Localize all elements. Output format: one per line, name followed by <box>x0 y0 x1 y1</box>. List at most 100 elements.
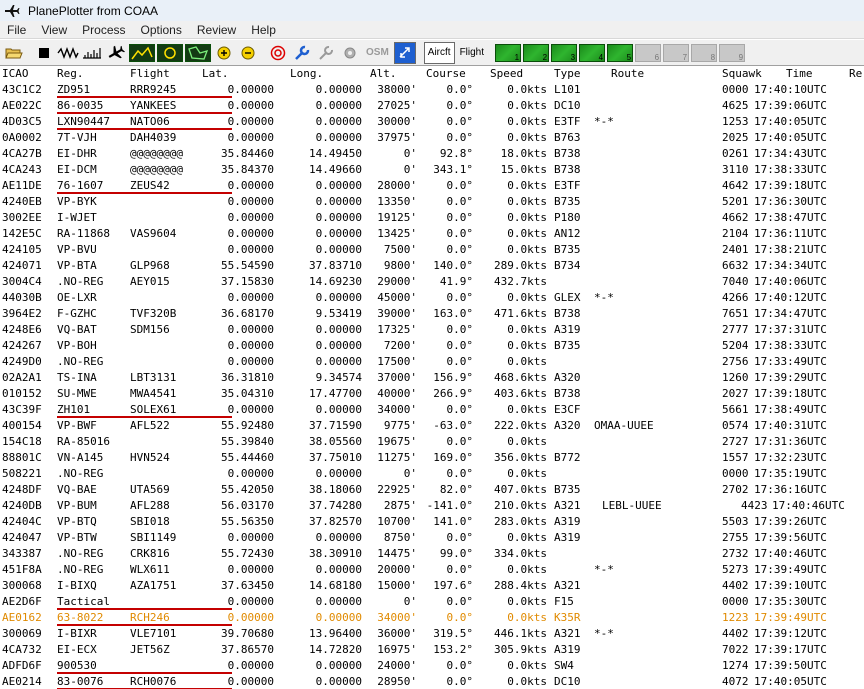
cell-course: 0.0° <box>446 563 474 576</box>
outline-map-icon[interactable] <box>185 43 211 62</box>
cell-type: B738 <box>554 387 581 400</box>
menu-file[interactable]: File <box>0 23 34 37</box>
cell-type: A321 <box>554 499 581 512</box>
cell-course: 343.1° <box>433 163 473 176</box>
signal-bars-icon[interactable] <box>81 42 103 64</box>
zoom-in-icon[interactable] <box>213 42 235 64</box>
map-preset-4-icon[interactable]: 4 <box>579 43 606 62</box>
menu-options[interactable]: Options <box>134 23 190 37</box>
column-header-course[interactable]: Course <box>426 67 466 81</box>
table-row[interactable]: 4CA243 EI-DCM @@@@@@@@ 35.84370 14.49660 0' 34… <box>0 162 864 178</box>
cell-lat: 0.00000 <box>227 563 274 576</box>
column-header-lat[interactable]: Lat. <box>202 67 229 81</box>
table-row[interactable]: 142E5C RA-11868 VAS9604 0.00000 0.00000 13425… <box>0 226 864 242</box>
stop-icon[interactable] <box>33 42 55 64</box>
column-header-long[interactable]: Long. <box>290 67 323 81</box>
map-preset-5-icon[interactable]: 5 <box>607 43 634 62</box>
settings-wrench-icon[interactable] <box>291 42 313 64</box>
table-row[interactable]: 43C39F ZH101 SOLEX61 0.00000 0.00000 34000' 0.… <box>0 402 864 418</box>
target-icon[interactable] <box>267 42 289 64</box>
flight-list-button[interactable]: Flight <box>457 42 487 64</box>
cell-icao: 154C18 <box>2 435 42 448</box>
table-row[interactable]: 0A0002 7T-VJH DAH4039 0.00000 0.00000 37975' 0… <box>0 130 864 146</box>
table-row[interactable]: AE0162 63-8022 RCH246 0.00000 0.00000 34000' 0… <box>0 610 864 626</box>
table-row[interactable]: AE2D6F Tactical 0.00000 0.00000 0' 0.0° 0.0kts… <box>0 594 864 610</box>
map-preset-1-icon[interactable]: 1 <box>495 43 522 62</box>
table-row[interactable]: 424105 VP-BVU 0.00000 0.00000 7500' 0.0° 0.0kt… <box>0 242 864 258</box>
menu-review[interactable]: Review <box>190 23 244 37</box>
aircraft-table[interactable]: ICAO Reg. Flight Lat. Long. Alt. Course … <box>0 66 864 689</box>
column-header-alt[interactable]: Alt. <box>370 67 397 81</box>
table-row[interactable]: 3964E2 F-GZHC TVF320B 36.68170 9.53419 39000'… <box>0 306 864 322</box>
gear-icon[interactable] <box>339 42 361 64</box>
table-row[interactable]: AE0214 83-0076 RCH0076 0.00000 0.00000 28950'… <box>0 674 864 689</box>
column-header-speed[interactable]: Speed <box>490 67 523 81</box>
table-row[interactable]: 4249D0 .NO-REG 0.00000 0.00000 17500' 0.0° 0.0… <box>0 354 864 370</box>
map-preset-8-icon[interactable]: 8 <box>691 43 718 62</box>
table-row[interactable]: 3004C4 .NO-REG AEY015 37.15830 14.69230 29000… <box>0 274 864 290</box>
contour-map-icon[interactable] <box>157 43 183 62</box>
map-preset-2-icon[interactable]: 2 <box>523 43 550 62</box>
table-row[interactable]: 88801C VN-A145 HVN524 55.44460 37.75010 11275… <box>0 450 864 466</box>
tools-icon[interactable] <box>315 42 337 64</box>
open-folder-icon[interactable] <box>3 42 25 64</box>
table-row[interactable]: 4248DF VQ-BAE UTA569 55.42050 38.18060 22925'… <box>0 482 864 498</box>
table-row[interactable]: 300068 I-BIXQ AZA1751 37.63450 14.68180 15000… <box>0 578 864 594</box>
cell-long: 14.49660 <box>309 163 362 176</box>
cell-time: 17:40:06UTC <box>754 275 827 288</box>
table-row[interactable]: 42404C VP-BTQ SBI018 55.56350 37.82570 10700'… <box>0 514 864 530</box>
table-row[interactable]: AE11DE 76-1607 ZEUS42 0.00000 0.00000 28000' 0… <box>0 178 864 194</box>
menu-view[interactable]: View <box>34 23 75 37</box>
table-row[interactable]: 424047 VP-BTW SBI1149 0.00000 0.00000 8750' 0.… <box>0 530 864 546</box>
table-row[interactable]: 02A2A1 TS-INA LBT3131 36.31810 9.34574 37000'… <box>0 370 864 386</box>
osm-button[interactable]: OSM <box>363 42 392 64</box>
signal-wave-icon[interactable] <box>57 42 79 64</box>
aircraft-icon[interactable] <box>105 42 127 64</box>
zoom-out-icon[interactable] <box>237 42 259 64</box>
table-row[interactable]: 010152 SU-MWE MWA4541 35.04310 17.47700 40000… <box>0 386 864 402</box>
column-header-route[interactable]: Route <box>611 67 644 81</box>
table-row[interactable]: 43C1C2 ZD951 RRR9245 0.00000 0.00000 38000' 0.… <box>0 82 864 98</box>
table-row[interactable]: 400154 VP-BWF AFL522 55.92480 37.71590 9775' -… <box>0 418 864 434</box>
column-header-reg[interactable]: Reg. <box>57 67 84 81</box>
table-row[interactable]: 44030B OE-LXR 0.00000 0.00000 45000' 0.0° 0.0k… <box>0 290 864 306</box>
map-preset-7-icon[interactable]: 7 <box>663 43 690 62</box>
cell-type: B735 <box>554 483 581 496</box>
map-preset-3-icon[interactable]: 3 <box>551 43 578 62</box>
swap-icon[interactable] <box>393 41 416 64</box>
table-row[interactable]: 343387 .NO-REG CRK816 55.72430 38.30910 14475… <box>0 546 864 562</box>
table-row[interactable]: AE022C 86-0035 YANKEES 0.00000 0.00000 27025'… <box>0 98 864 114</box>
table-row[interactable]: 3002EE I-WJET 0.00000 0.00000 19125' 0.0° 0.0k… <box>0 210 864 226</box>
map-preset-9-icon[interactable]: 9 <box>719 43 746 62</box>
cell-type: B735 <box>554 195 581 208</box>
map-preset-6-icon[interactable]: 6 <box>635 43 662 62</box>
menu-help[interactable]: Help <box>244 23 284 37</box>
column-header-squawk[interactable]: Squawk <box>722 67 762 81</box>
table-row[interactable]: 424071 VP-BTA GLP968 55.54590 37.83710 9800' 1… <box>0 258 864 274</box>
menu-process[interactable]: Process <box>75 23 133 37</box>
table-row[interactable]: 451F8A .NO-REG WLX611 0.00000 0.00000 20000' 0… <box>0 562 864 578</box>
table-row[interactable]: 4CA732 EI-ECX JET56Z 37.86570 14.72820 16975'… <box>0 642 864 658</box>
cell-reg: VP-BTW <box>57 531 97 544</box>
table-row[interactable]: 4240DB VP-BUM AFL288 56.03170 37.74280 2875' -… <box>0 498 864 514</box>
column-header-flight[interactable]: Flight <box>130 67 170 81</box>
cell-flight: AEY015 <box>130 275 170 288</box>
table-row[interactable]: 508221 .NO-REG 0.00000 0.00000 0' 0.0° 0.0kts 0… <box>0 466 864 482</box>
column-header-time[interactable]: Time <box>786 67 813 81</box>
column-header-type[interactable]: Type <box>554 67 581 81</box>
column-header-icao[interactable]: ICAO <box>2 67 29 81</box>
table-row[interactable]: 424267 VP-BOH 0.00000 0.00000 7200' 0.0° 0.0kt… <box>0 338 864 354</box>
cell-alt: 24000' <box>377 659 417 672</box>
terrain-map-icon[interactable] <box>129 43 155 62</box>
table-row[interactable]: 154C18 RA-85016 55.39840 38.05560 19675' 0.0°… <box>0 434 864 450</box>
column-header-re[interactable]: Re <box>849 67 862 81</box>
table-row[interactable]: 4D03C5 LXN90447 NATO06 0.00000 0.00000 30000'… <box>0 114 864 130</box>
cell-course: 0.0° <box>446 659 474 672</box>
table-row[interactable]: ADFD6F 900530 0.00000 0.00000 24000' 0.0° 0.0k… <box>0 658 864 674</box>
table-row[interactable]: 4240EB VP-BYK 0.00000 0.00000 13350' 0.0° 0.0k… <box>0 194 864 210</box>
table-row[interactable]: 4CA27B EI-DHR @@@@@@@@ 35.84460 14.49450 0' 92… <box>0 146 864 162</box>
aircraft-list-button[interactable]: Aircft <box>423 41 455 64</box>
table-row[interactable]: 300069 I-BIXR VLE7101 39.70680 13.96400 36000… <box>0 626 864 642</box>
table-row[interactable]: 4248E6 VQ-BAT SDM156 0.00000 0.00000 17325' 0.… <box>0 322 864 338</box>
cell-reg: EI-DHR <box>57 147 97 160</box>
